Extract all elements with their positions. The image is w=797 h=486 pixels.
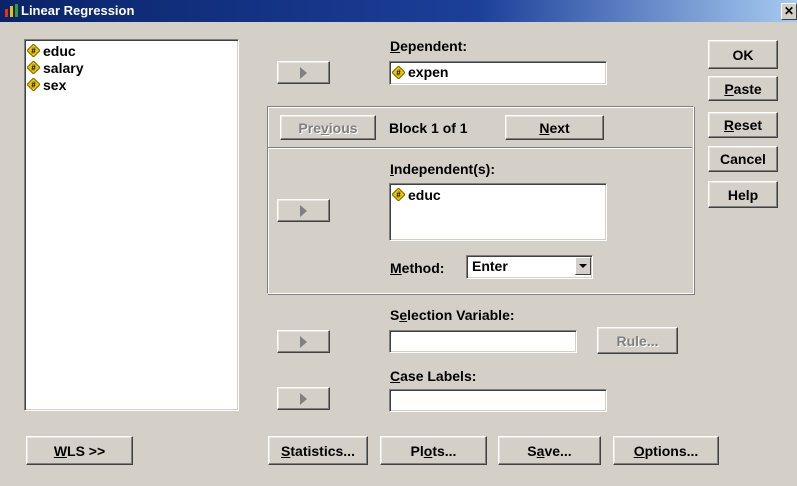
method-label: Method:	[390, 260, 445, 276]
svg-text:#: #	[396, 68, 401, 77]
options-button[interactable]: Options...	[613, 436, 719, 465]
dependent-field[interactable]: # expen	[389, 61, 607, 85]
method-select[interactable]: Enter	[466, 255, 593, 279]
list-item[interactable]: # salary	[25, 59, 238, 76]
paste-button[interactable]: Paste	[708, 76, 778, 101]
source-variable-list[interactable]: # educ # salary # sex	[24, 39, 239, 411]
list-item-label: educ	[43, 42, 76, 59]
previous-button[interactable]: Pre v ious	[280, 115, 376, 140]
dropdown-arrow-icon[interactable]	[575, 257, 591, 275]
list-item-label: educ	[408, 186, 441, 203]
block-status: Block 1 of 1	[389, 120, 468, 136]
right-arrow-icon	[300, 66, 307, 79]
case-labels-label: Case Labels:	[390, 368, 477, 384]
scale-variable-icon: #	[392, 188, 405, 201]
selection-variable-field[interactable]	[389, 330, 577, 353]
app-icon	[5, 4, 18, 17]
move-independent-button[interactable]	[277, 199, 330, 222]
statistics-button[interactable]: Statistics...	[268, 436, 368, 465]
right-arrow-icon	[300, 335, 307, 348]
list-item[interactable]: # sex	[25, 76, 238, 93]
dependent-label: Dependent:	[390, 38, 468, 54]
help-button[interactable]: Help	[708, 181, 778, 208]
scale-variable-icon: #	[27, 44, 40, 57]
svg-text:#: #	[31, 47, 36, 56]
svg-text:#: #	[31, 81, 36, 90]
block-divider	[268, 147, 692, 149]
wls-button[interactable]: W LS >>	[26, 436, 133, 465]
cancel-button[interactable]: Cancel	[708, 146, 778, 172]
save-button[interactable]: Sa ve...	[498, 436, 601, 465]
list-item[interactable]: # educ	[25, 42, 238, 59]
close-icon: ✕	[783, 4, 795, 18]
scale-variable-icon: #	[392, 65, 405, 79]
move-dependent-button[interactable]	[277, 61, 330, 84]
close-button[interactable]: ✕	[781, 3, 797, 20]
independents-label: Independent(s):	[390, 161, 495, 177]
title-bar[interactable]: Linear Regression ✕	[0, 0, 797, 22]
scale-variable-icon: #	[27, 61, 40, 74]
list-item[interactable]: # educ	[390, 186, 606, 203]
list-item-label: salary	[43, 59, 84, 76]
list-item-label: sex	[43, 76, 67, 93]
move-case-labels-button[interactable]	[277, 387, 330, 410]
window-title: Linear Regression	[21, 3, 135, 18]
reset-button[interactable]: Reset	[708, 112, 778, 138]
dependent-value: expen	[408, 64, 449, 80]
svg-text:#: #	[396, 191, 401, 200]
move-selection-button[interactable]	[277, 330, 330, 353]
ok-button[interactable]: OK	[708, 40, 778, 69]
independents-list[interactable]: # educ	[389, 183, 607, 241]
next-button[interactable]: Next	[505, 115, 604, 140]
svg-text:#: #	[31, 64, 36, 73]
scale-variable-icon: #	[27, 78, 40, 91]
plots-button[interactable]: Pl o ts...	[380, 436, 487, 465]
right-arrow-icon	[300, 204, 307, 217]
method-value: Enter	[472, 258, 508, 274]
case-labels-field[interactable]	[389, 389, 607, 412]
selection-variable-label: Selection Variable:	[390, 307, 515, 323]
rule-button[interactable]: Rule...	[597, 327, 678, 354]
right-arrow-icon	[300, 392, 307, 405]
